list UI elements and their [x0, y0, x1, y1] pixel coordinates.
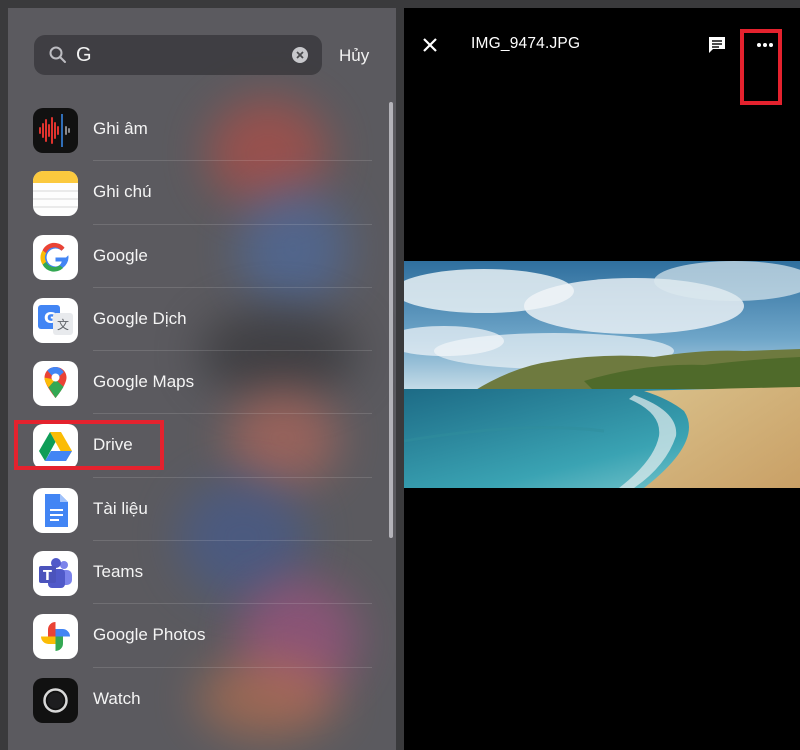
scrollbar-thumb[interactable]	[389, 102, 393, 538]
close-icon[interactable]	[421, 36, 439, 54]
photo-viewer: IMG_9474.JPG	[404, 8, 800, 750]
app-label: Ghi chú	[93, 182, 152, 202]
google-icon	[33, 234, 78, 280]
voice-memos-icon	[33, 108, 78, 153]
app-label: Ghi âm	[93, 119, 148, 138]
spotlight-search-panel: G Hủy Ghi âm Ghi chú Google G 文 Google D…	[8, 8, 396, 750]
google-photos-icon	[33, 614, 78, 660]
search-bar[interactable]: G	[34, 35, 322, 75]
app-label: Google Photos	[93, 625, 206, 645]
cancel-button[interactable]: Hủy	[339, 46, 369, 66]
app-label: Tài liệu	[93, 498, 148, 518]
app-results-list: Ghi âm Ghi chú Google G 文 Google Dịch Go…	[8, 98, 396, 731]
search-input[interactable]: G	[76, 44, 92, 67]
app-label: Google Dịch	[93, 308, 187, 328]
google-maps-icon	[33, 361, 78, 407]
app-row-voice-memos[interactable]: Ghi âm	[8, 98, 396, 162]
notes-icon	[33, 171, 78, 217]
app-row-google-photos[interactable]: Google Photos	[8, 604, 396, 668]
clear-search-icon[interactable]	[292, 47, 308, 63]
drive-highlight-box	[14, 420, 164, 470]
app-label: Google Maps	[93, 372, 195, 392]
app-label: Google	[93, 245, 148, 265]
app-row-watch[interactable]: Watch	[8, 668, 396, 731]
app-row-teams[interactable]: T Teams	[8, 541, 396, 605]
svg-text:文: 文	[57, 317, 69, 332]
more-options-highlight-box	[740, 29, 782, 105]
app-label: Watch	[93, 688, 141, 708]
google-translate-icon: G 文	[33, 297, 78, 343]
app-row-google[interactable]: Google	[8, 225, 396, 288]
beach-photo	[404, 261, 800, 488]
app-row-docs[interactable]: Tài liệu	[8, 478, 396, 542]
google-docs-icon	[33, 487, 78, 533]
file-title: IMG_9474.JPG	[471, 35, 581, 52]
app-row-notes[interactable]: Ghi chú	[8, 161, 396, 225]
app-row-google-translate[interactable]: G 文 Google Dịch	[8, 288, 396, 352]
svg-text:T: T	[43, 569, 52, 584]
watch-icon	[33, 677, 78, 723]
comment-icon[interactable]	[707, 35, 727, 55]
teams-icon: T	[33, 551, 78, 597]
app-row-google-maps[interactable]: Google Maps	[8, 351, 396, 415]
search-icon	[49, 46, 66, 63]
app-label: Teams	[93, 562, 144, 582]
